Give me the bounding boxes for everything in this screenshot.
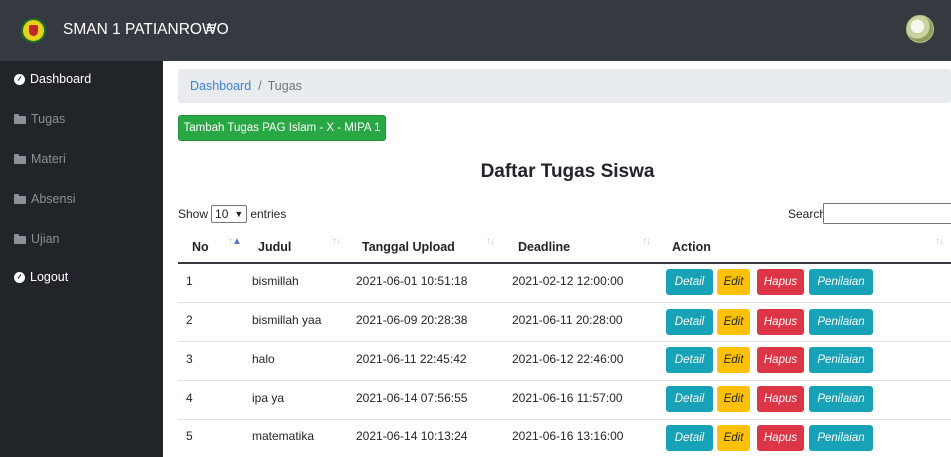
- sidebar-item-tugas[interactable]: Tugas: [14, 109, 65, 129]
- folder-icon: [14, 233, 26, 244]
- sidebar-item-ujian[interactable]: Ujian: [14, 229, 60, 249]
- detail-button[interactable]: Detail: [666, 269, 713, 295]
- table-cell-no: 2: [186, 313, 193, 327]
- entries-label: entries: [250, 207, 287, 221]
- table-cell-no: 4: [186, 391, 193, 405]
- table-cell-no: 3: [186, 352, 193, 366]
- show-label: Show: [178, 207, 209, 221]
- delete-button[interactable]: Hapus: [757, 386, 804, 412]
- table-cell-upload: 2021-06-11 22:45:42: [356, 352, 467, 366]
- grading-button[interactable]: Penilaian: [809, 386, 873, 412]
- row-divider: [178, 302, 951, 303]
- chevron-down-icon: ▼: [234, 209, 244, 219]
- column-header-action[interactable]: Action: [672, 240, 711, 254]
- sidebar-item-logout[interactable]: Logout: [14, 267, 68, 287]
- column-header-no[interactable]: No: [192, 240, 209, 254]
- edit-button[interactable]: Edit: [717, 425, 750, 451]
- table-header-divider: [178, 262, 951, 264]
- entries-select-value: 10: [215, 207, 229, 221]
- column-header-tanggal-upload[interactable]: Tanggal Upload: [362, 240, 455, 254]
- brand-title[interactable]: SMAN 1 PATIANROWO: [63, 21, 229, 39]
- gauge-icon: [14, 73, 25, 85]
- table-cell-upload: 2021-06-14 07:56:55: [356, 391, 468, 405]
- table-cell-deadline: 2021-06-16 11:57:00: [512, 391, 623, 405]
- table-cell-deadline: 2021-06-11 20:28:00: [512, 313, 623, 327]
- sort-icon[interactable]: ↑↓: [332, 236, 341, 247]
- grading-button[interactable]: Penilaian: [809, 309, 873, 335]
- menu-toggle-icon[interactable]: ≡: [206, 19, 215, 39]
- sort-icon[interactable]: ↑↓: [642, 236, 651, 247]
- table-cell-upload: 2021-06-01 10:51:18: [356, 274, 468, 288]
- folder-icon: [14, 193, 26, 204]
- table-cell-deadline: 2021-06-12 22:46:00: [512, 352, 624, 366]
- sidebar-item-label: Tugas: [31, 112, 66, 126]
- table-cell-judul: ipa ya: [252, 391, 285, 405]
- table-cell-upload: 2021-06-14 10:13:24: [356, 429, 468, 443]
- delete-button[interactable]: Hapus: [757, 309, 804, 335]
- user-avatar[interactable]: [906, 15, 934, 43]
- sidebar-item-dashboard[interactable]: Dashboard: [14, 69, 91, 89]
- detail-button[interactable]: Detail: [666, 347, 713, 373]
- page-title: Daftar Tugas Siswa: [480, 161, 655, 182]
- sidebar-item-label: Ujian: [31, 232, 60, 246]
- grading-button[interactable]: Penilaian: [809, 425, 873, 451]
- delete-button[interactable]: Hapus: [757, 425, 804, 451]
- detail-button[interactable]: Detail: [666, 309, 713, 335]
- sidebar-item-absensi[interactable]: Absensi: [14, 189, 75, 209]
- edit-button[interactable]: Edit: [717, 309, 750, 335]
- breadcrumb: Dashboard / Tugas: [178, 69, 951, 103]
- table-cell-deadline: 2021-02-12 12:00:00: [512, 274, 624, 288]
- detail-button[interactable]: Detail: [666, 386, 713, 412]
- column-header-judul[interactable]: Judul: [258, 240, 291, 254]
- row-divider: [178, 341, 951, 342]
- grading-button[interactable]: Penilaian: [809, 269, 873, 295]
- sidebar-item-label: Logout: [30, 270, 69, 284]
- sort-icon[interactable]: ↑↓: [486, 236, 495, 247]
- breadcrumb-dashboard-link[interactable]: Dashboard: [190, 79, 251, 93]
- table-cell-judul: bismillah: [252, 274, 299, 288]
- table-cell-deadline: 2021-06-16 13:16:00: [512, 429, 624, 443]
- table-cell-no: 5: [186, 429, 193, 443]
- table-cell-judul: halo: [252, 352, 275, 366]
- column-header-deadline[interactable]: Deadline: [518, 240, 570, 254]
- table-cell-upload: 2021-06-09 20:28:38: [356, 313, 468, 327]
- entries-select[interactable]: 10 ▼: [211, 205, 248, 223]
- delete-button[interactable]: Hapus: [757, 347, 804, 373]
- school-logo-icon: [21, 18, 46, 43]
- folder-icon: [14, 113, 26, 124]
- edit-button[interactable]: Edit: [717, 269, 750, 295]
- search-input[interactable]: [823, 203, 951, 224]
- table-cell-no: 1: [186, 274, 193, 288]
- grading-button[interactable]: Penilaian: [809, 347, 873, 373]
- sort-icon[interactable]: ↑↓: [935, 236, 944, 247]
- row-divider: [178, 419, 951, 420]
- gauge-icon: [14, 271, 25, 283]
- top-navbar: SMAN 1 PATIANROWO ≡: [0, 0, 951, 61]
- table-cell-judul: matematika: [252, 429, 315, 443]
- sidebar-item-label: Absensi: [31, 192, 76, 206]
- delete-button[interactable]: Hapus: [757, 269, 804, 295]
- add-assignment-button[interactable]: Tambah Tugas PAG Islam - X - MIPA 1: [178, 115, 386, 141]
- table-cell-judul: bismillah yaa: [252, 313, 322, 327]
- breadcrumb-current: Tugas: [267, 79, 302, 93]
- sidebar: Dashboard Tugas Materi Absensi Ujian Log…: [0, 61, 163, 457]
- sort-asc-icon[interactable]: ↑▲: [228, 236, 242, 247]
- sidebar-item-label: Dashboard: [30, 72, 92, 86]
- edit-button[interactable]: Edit: [717, 386, 750, 412]
- show-entries-control: Show 10 ▼ entries: [178, 205, 286, 223]
- detail-button[interactable]: Detail: [666, 425, 713, 451]
- edit-button[interactable]: Edit: [717, 347, 750, 373]
- breadcrumb-separator: /: [258, 79, 262, 93]
- row-divider: [178, 380, 951, 381]
